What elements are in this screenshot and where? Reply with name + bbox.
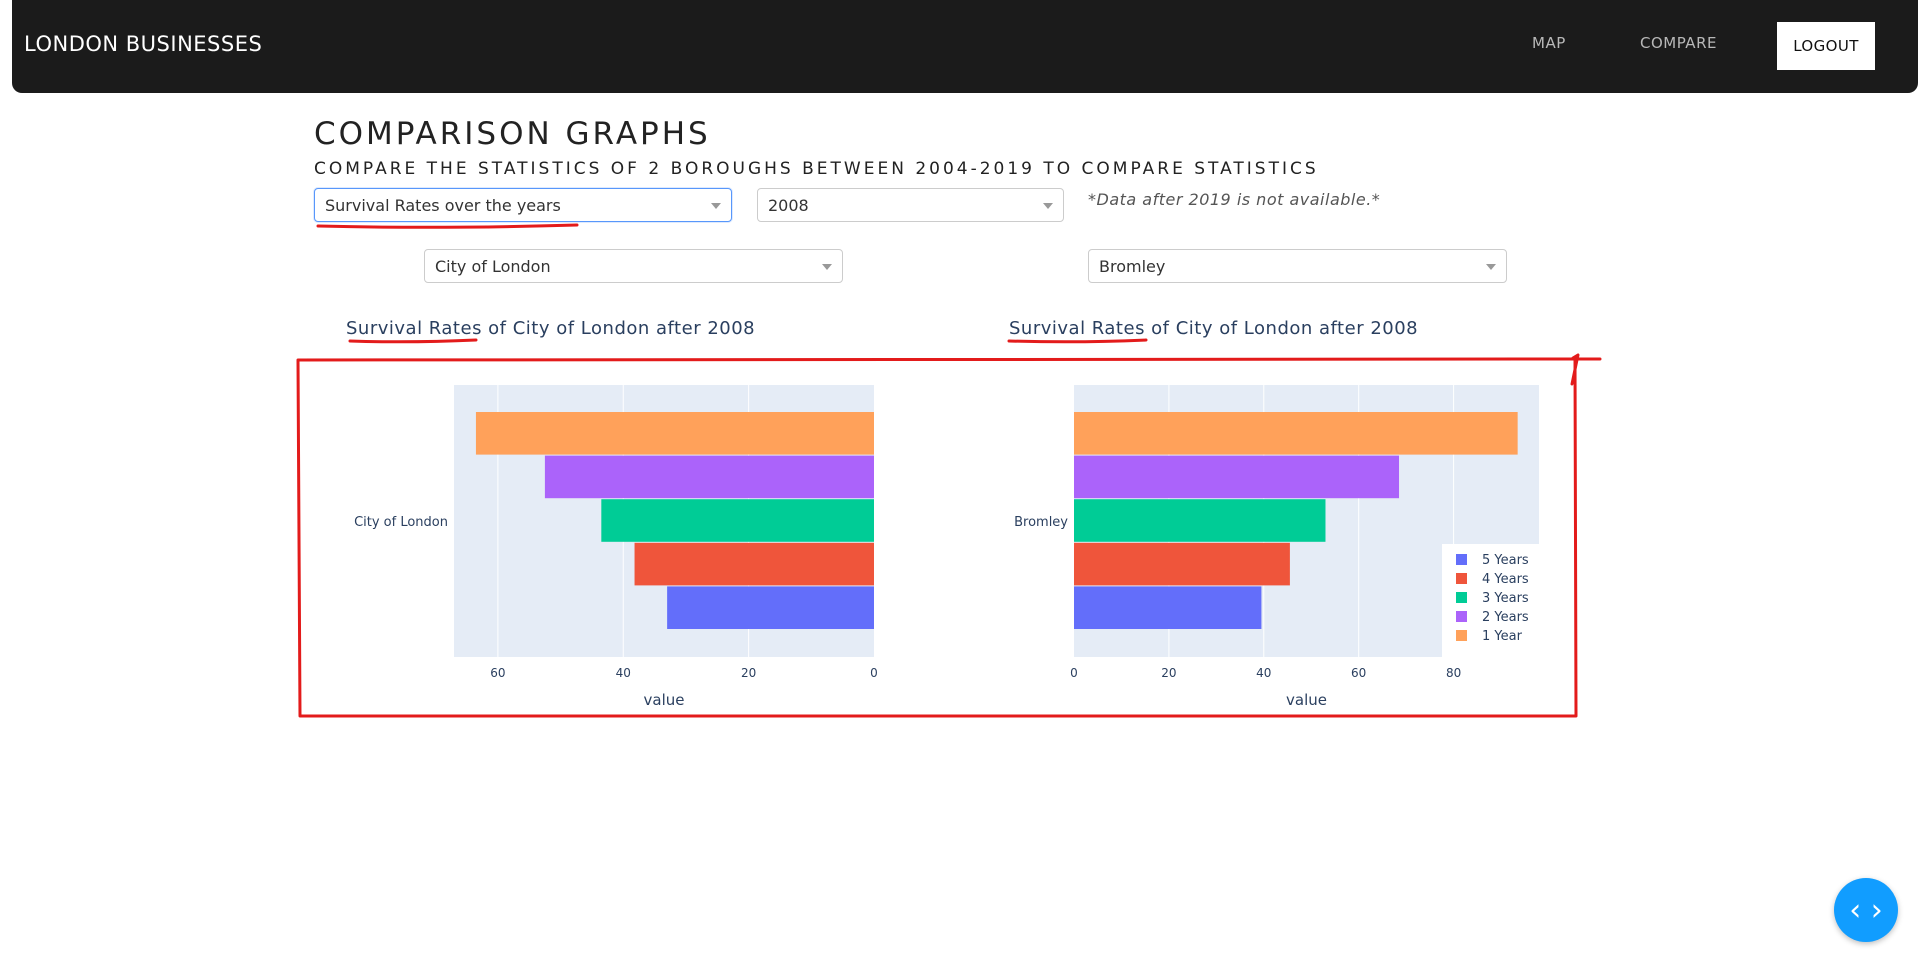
graph-title-left: Survival Rates of City of London after 2… [346, 318, 756, 339]
chevron-down-icon [1486, 264, 1496, 270]
x-tick-label: 0 [1070, 666, 1078, 680]
legend-swatch[interactable] [1456, 573, 1467, 584]
bar-2-years[interactable] [1074, 455, 1400, 499]
bar-1-year[interactable] [1074, 412, 1518, 455]
x-tick-label: 0 [870, 666, 878, 680]
year-dropdown-value: 2008 [768, 195, 809, 215]
statistic-dropdown-value: Survival Rates over the years [325, 195, 561, 215]
legend-swatch[interactable] [1456, 554, 1467, 565]
borough-left-dropdown[interactable]: City of London [424, 249, 843, 283]
nav-link-compare[interactable]: COMPARE [1640, 34, 1717, 52]
bar-1-year[interactable] [475, 412, 874, 455]
legend-swatch[interactable] [1456, 630, 1467, 641]
chart-svg: 0 20 40 60 80 Bromley value 5 Years 4 Years 3 Yea… [1014, 385, 1539, 709]
page-title: COMPARISON GRAPHS [314, 116, 711, 152]
legend-label: 5 Years [1482, 553, 1529, 568]
x-tick-label: 20 [741, 666, 756, 680]
logout-button[interactable]: LOGOUT [1777, 22, 1875, 70]
bar-5-years[interactable] [667, 586, 874, 629]
x-axis-label: value [644, 691, 685, 709]
legend-label: 1 Year [1482, 629, 1523, 644]
x-axis-label: value [1286, 691, 1327, 709]
x-tick-label: 60 [490, 666, 505, 680]
statistic-dropdown[interactable]: Survival Rates over the years [314, 188, 732, 222]
y-category-label: City of London [354, 515, 448, 530]
bar-4-years[interactable] [1074, 542, 1290, 586]
graph-title-right: Survival Rates of City of London after 2… [1009, 318, 1419, 339]
bar-5-years[interactable] [1074, 586, 1262, 629]
data-availability-note: *Data after 2019 is not available.* [1088, 190, 1381, 209]
chart-svg: 60 40 20 0 City of London value [354, 385, 878, 709]
legend-label: 3 Years [1482, 591, 1529, 606]
borough-right-dropdown[interactable]: Bromley [1088, 249, 1507, 283]
x-tick-label: 80 [1446, 666, 1461, 680]
legend-label: 2 Years [1482, 610, 1529, 625]
x-tick-label: 20 [1161, 666, 1176, 680]
chevron-down-icon [822, 264, 832, 270]
brand-title[interactable]: LONDON BUSINESSES [24, 32, 262, 56]
chart-right[interactable]: 0 20 40 60 80 Bromley value 5 Years 4 Years 3 Yea… [990, 360, 1590, 720]
year-dropdown[interactable]: 2008 [757, 188, 1064, 222]
navbar: LONDON BUSINESSES MAP COMPARE LOGOUT [12, 0, 1918, 93]
code-icon[interactable]: ‹ › [1834, 878, 1898, 942]
bar-2-years[interactable] [544, 455, 874, 499]
bar-4-years[interactable] [634, 542, 874, 586]
page-subtitle: COMPARE THE STATISTICS OF 2 BOROUGHS BET… [314, 159, 1319, 179]
bar-3-years[interactable] [1074, 499, 1326, 542]
borough-right-dropdown-value: Bromley [1099, 256, 1166, 276]
nav-link-map[interactable]: MAP [1532, 34, 1566, 52]
annotation-overlay [296, 223, 1602, 718]
legend-swatch[interactable] [1456, 592, 1467, 603]
y-category-label: Bromley [1014, 515, 1068, 530]
x-tick-label: 60 [1351, 666, 1366, 680]
bar-3-years[interactable] [601, 499, 874, 542]
x-tick-label: 40 [1256, 666, 1271, 680]
chevron-down-icon [1043, 203, 1053, 209]
chevron-down-icon [711, 203, 721, 209]
chart-left[interactable]: 60 40 20 0 City of London value [330, 360, 930, 720]
borough-left-dropdown-value: City of London [435, 256, 551, 276]
legend-label: 4 Years [1482, 572, 1529, 587]
legend-swatch[interactable] [1456, 611, 1467, 622]
fab-glyph: ‹ › [1849, 892, 1883, 928]
x-tick-label: 40 [616, 666, 631, 680]
